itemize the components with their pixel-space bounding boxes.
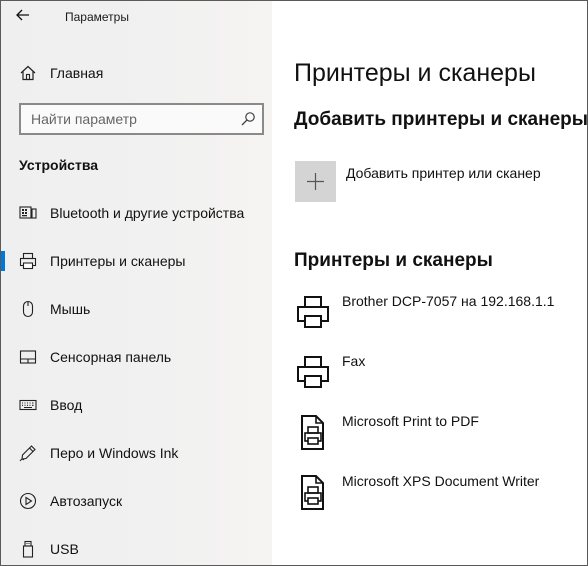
autoplay-icon (19, 492, 37, 510)
sidebar-item-label: Мышь (50, 301, 91, 317)
printer-item-pdf[interactable]: Microsoft Print to PDF (294, 413, 584, 461)
add-printer-label[interactable]: Добавить принтер или сканер (346, 165, 541, 181)
search-box[interactable] (19, 103, 264, 135)
printer-icon (296, 295, 330, 331)
sidebar: Параметры Главная Устройства (1, 1, 272, 565)
arrow-left-icon (16, 9, 29, 21)
nav-home-label: Главная (50, 65, 104, 81)
sidebar-item-label: Принтеры и сканеры (50, 253, 186, 269)
pen-icon (19, 444, 37, 462)
sidebar-item-label: USB (50, 541, 79, 557)
add-printer-button[interactable] (295, 161, 336, 202)
bluetooth-devices-icon (19, 204, 37, 222)
printer-name: Microsoft XPS Document Writer (342, 473, 540, 489)
sidebar-item-label: Сенсорная панель (50, 349, 172, 365)
keyboard-icon (19, 396, 37, 414)
sidebar-item-typing[interactable]: Ввод (1, 387, 272, 423)
search-icon[interactable] (240, 111, 256, 127)
printer-name: Brother DCP-7057 на 192.168.1.1 (342, 293, 555, 309)
printer-item-brother[interactable]: Brother DCP-7057 на 192.168.1.1 (294, 293, 584, 341)
printers-section-title: Принтеры и сканеры (294, 250, 493, 271)
back-button[interactable] (15, 7, 37, 27)
sidebar-item-autoplay[interactable]: Автозапуск (1, 483, 272, 519)
usb-icon (19, 540, 37, 558)
document-printer-icon (296, 475, 330, 511)
nav-home[interactable]: Главная (1, 59, 272, 87)
printer-icon (296, 355, 330, 391)
search-input[interactable] (21, 105, 231, 133)
printer-item-fax[interactable]: Fax (294, 353, 584, 401)
plus-icon (307, 173, 324, 190)
sidebar-item-label: Автозапуск (50, 493, 123, 509)
home-icon (19, 64, 37, 82)
printer-name: Fax (342, 353, 366, 369)
main-content: Принтеры и сканеры Добавить принтеры и с… (272, 1, 588, 565)
active-indicator (1, 251, 5, 271)
sidebar-item-printers[interactable]: Принтеры и сканеры (1, 243, 272, 279)
printer-item-xps[interactable]: Microsoft XPS Document Writer (294, 473, 584, 521)
sidebar-item-mouse[interactable]: Мышь (1, 291, 272, 327)
document-printer-icon (296, 415, 330, 451)
sidebar-item-label: Ввод (50, 397, 83, 413)
add-section-title: Добавить принтеры и сканеры (294, 109, 588, 130)
sidebar-item-pen[interactable]: Перо и Windows Ink (1, 435, 272, 471)
mouse-icon (19, 300, 37, 318)
touchpad-icon (19, 348, 37, 366)
sidebar-item-usb[interactable]: USB (1, 531, 272, 565)
title-bar: Параметры (1, 1, 272, 33)
sidebar-item-label: Bluetooth и другие устройства (50, 205, 245, 221)
app-title: Параметры (65, 10, 129, 24)
sidebar-item-touchpad[interactable]: Сенсорная панель (1, 339, 272, 375)
printer-icon (19, 252, 37, 270)
settings-window: Параметры Главная Устройства (0, 0, 588, 566)
sidebar-item-label: Перо и Windows Ink (50, 445, 179, 461)
section-title-devices: Устройства (19, 157, 99, 173)
sidebar-item-bluetooth[interactable]: Bluetooth и другие устройства (1, 195, 272, 231)
page-title: Принтеры и сканеры (294, 59, 536, 87)
printer-name: Microsoft Print to PDF (342, 413, 479, 429)
